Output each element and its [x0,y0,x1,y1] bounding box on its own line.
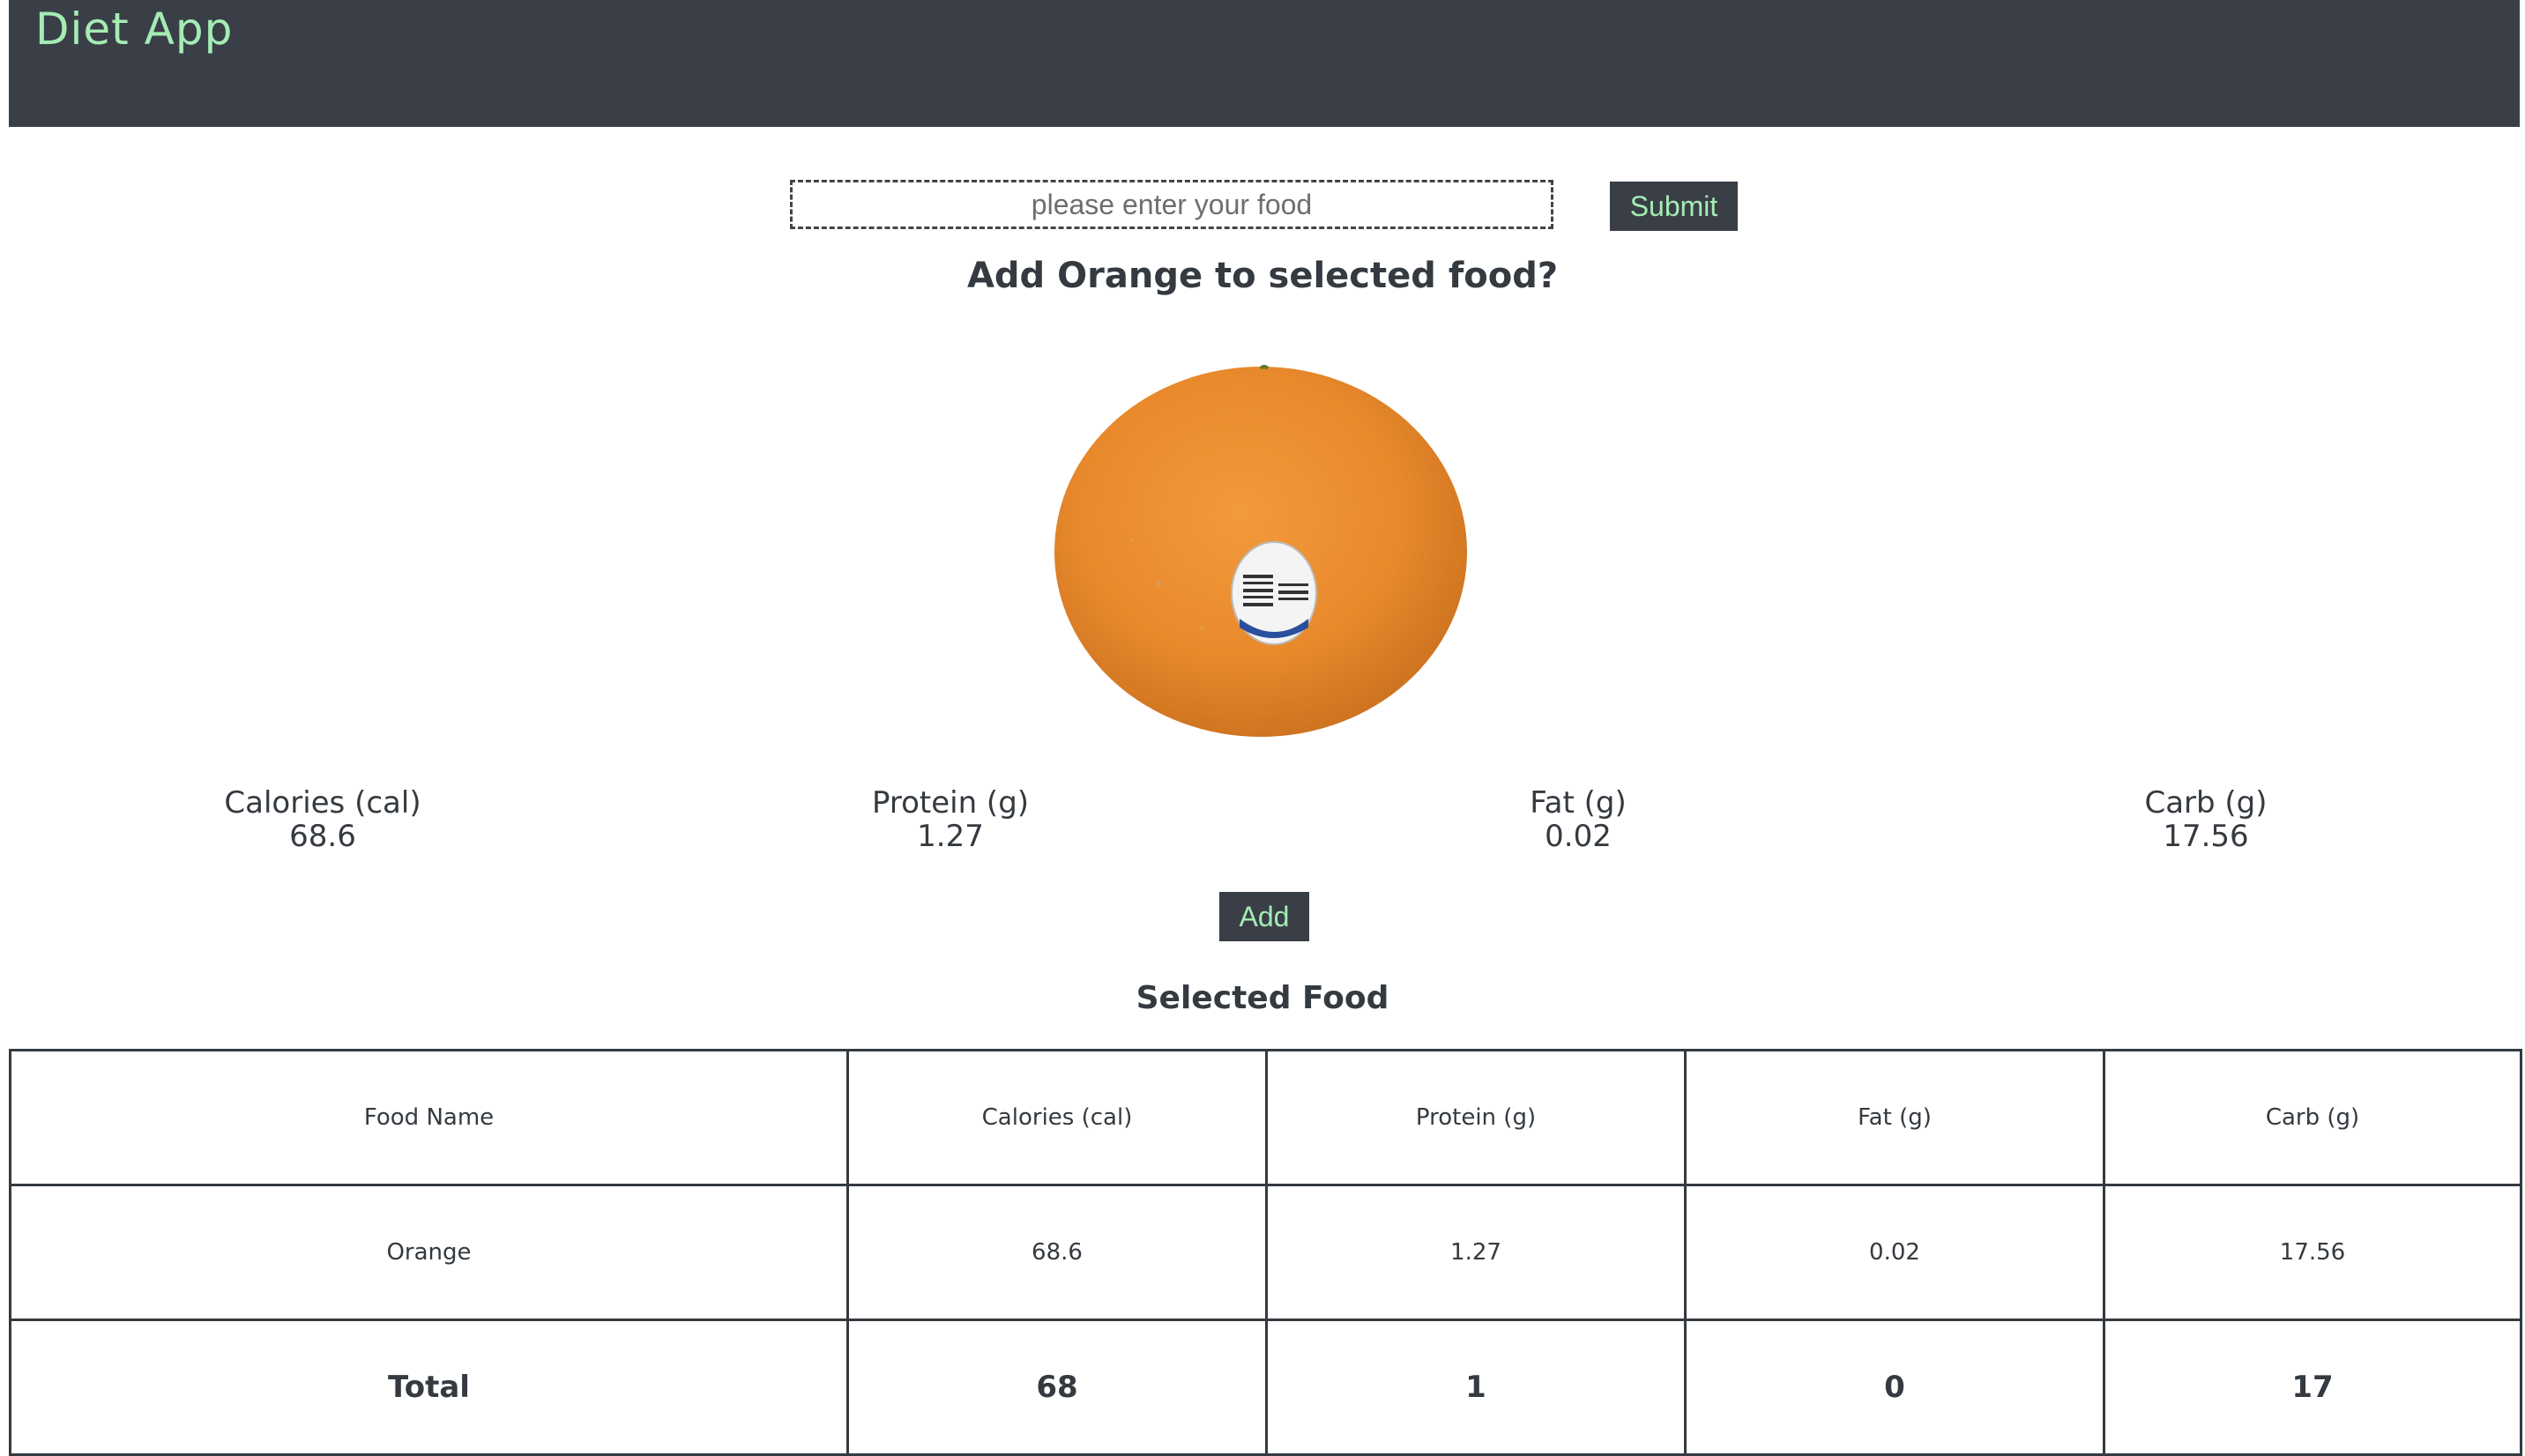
orange-image [1053,363,1471,739]
table-header-row: Food Name Calories (cal) Protein (g) Fat… [9,1049,2522,1186]
fat-stat: Fat (g) 0.02 [1402,786,1754,853]
cell-carb: 17.56 [2103,1184,2522,1321]
submit-button[interactable]: Submit [1610,182,1738,231]
carb-stat: Carb (g) 17.56 [2030,786,2382,853]
cell-food-name: Orange [9,1184,849,1321]
calories-stat: Calories (cal) 68.6 [146,786,499,853]
column-header-calories: Calories (cal) [846,1049,1268,1186]
orange-image-graphic [1054,365,1467,737]
total-carb: 17 [2103,1319,2522,1456]
cell-protein: 1.27 [1265,1184,1687,1321]
carb-value: 17.56 [2163,819,2249,854]
protein-label: Protein (g) [871,785,1030,821]
column-header-fat: Fat (g) [1684,1049,2105,1186]
add-food-button[interactable]: Add [1219,892,1309,941]
total-protein: 1 [1265,1319,1687,1456]
protein-stat: Protein (g) 1.27 [774,786,1127,853]
total-calories: 68 [846,1319,1268,1456]
protein-value: 1.27 [917,819,984,854]
food-search-input[interactable] [790,180,1553,229]
column-header-protein: Protein (g) [1265,1049,1687,1186]
total-fat: 0 [1684,1319,2105,1456]
cell-calories: 68.6 [846,1184,1268,1321]
calories-value: 68.6 [289,819,356,854]
table-row: Orange 68.6 1.27 0.02 17.56 [9,1184,2522,1321]
fat-label: Fat (g) [1530,785,1627,821]
selected-food-title: Selected Food [1136,980,1389,1016]
total-label: Total [9,1319,849,1456]
app-title: Diet App [35,4,234,55]
fat-value: 0.02 [1545,819,1612,854]
total-row: Total 68 1 0 17 [9,1319,2522,1456]
app-header: Diet App [9,0,2520,127]
carb-label: Carb (g) [2144,785,2268,821]
calories-label: Calories (cal) [224,785,421,821]
cell-fat: 0.02 [1684,1184,2105,1321]
selected-food-table: Food Name Calories (cal) Protein (g) Fat… [9,1049,2522,1456]
column-header-food-name: Food Name [9,1049,849,1186]
add-food-prompt: Add Orange to selected food? [966,256,1559,296]
column-header-carb: Carb (g) [2103,1049,2522,1186]
